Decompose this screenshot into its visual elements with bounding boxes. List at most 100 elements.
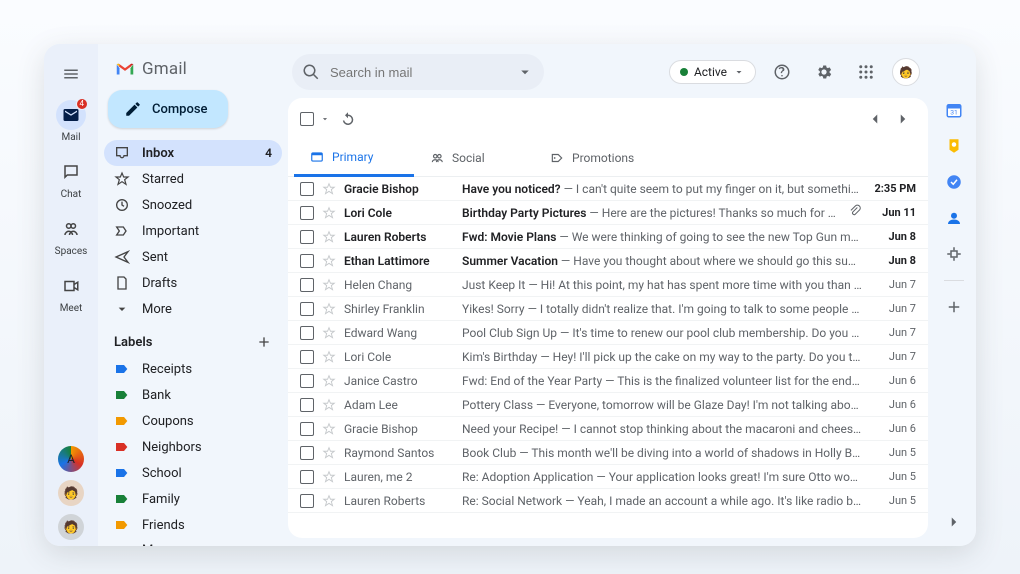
rail-avatar-3[interactable]: 🧑 [58,514,84,540]
apps-button[interactable] [850,56,882,88]
message-row[interactable]: Raymond SantosBook Club — This month we'… [288,441,928,465]
star-toggle[interactable] [322,302,336,316]
row-checkbox[interactable] [300,470,314,484]
label-school[interactable]: School [104,460,282,486]
row-checkbox[interactable] [300,230,314,244]
rail-spaces[interactable]: Spaces [44,208,98,263]
nav-clock[interactable]: Snoozed [104,192,282,218]
tab-social[interactable]: Social [414,140,534,176]
select-all-checkbox[interactable] [300,112,314,126]
star-toggle[interactable] [322,494,336,508]
nav-label: Snoozed [142,198,192,213]
support-button[interactable] [766,56,798,88]
select-menu-caret[interactable] [320,114,330,124]
clock-icon [114,197,130,213]
rail-mail[interactable]: 4 Mail [44,94,98,149]
row-checkbox[interactable] [300,446,314,460]
message-row[interactable]: Lori ColeKim's Birthday — Hey! I'll pick… [288,345,928,369]
label-bank[interactable]: Bank [104,382,282,408]
calendar-addon[interactable]: 31 [944,100,964,120]
star-toggle[interactable] [322,230,336,244]
tasks-addon[interactable] [944,172,964,192]
sender: Lori Cole [344,206,454,220]
nav-star[interactable]: Starred [104,166,282,192]
nav-draft[interactable]: Drafts [104,270,282,296]
row-checkbox[interactable] [300,182,314,196]
star-toggle[interactable] [322,398,336,412]
tab-promotions[interactable]: Promotions [534,140,654,176]
star-toggle[interactable] [322,326,336,340]
message-row[interactable]: Lauren RobertsFwd: Movie Plans — We were… [288,225,928,249]
label-friends[interactable]: Friends [104,512,282,538]
message-row[interactable]: Lauren RobertsRe: Social Network — Yeah,… [288,489,928,513]
star-toggle[interactable] [322,446,336,460]
subject-line: Re: Social Network — Yeah, I made an acc… [462,494,862,508]
star-toggle[interactable] [322,278,336,292]
star-toggle[interactable] [322,470,336,484]
star-toggle[interactable] [322,182,336,196]
star-toggle[interactable] [322,254,336,268]
label-family[interactable]: Family [104,486,282,512]
nav-important[interactable]: Important [104,218,282,244]
status-dot-icon [680,68,688,76]
row-checkbox[interactable] [300,206,314,220]
labels-more[interactable]: More [104,538,282,546]
settings-button[interactable] [808,56,840,88]
keep-addon[interactable] [944,136,964,156]
subject-line: Kim's Birthday — Hey! I'll pick up the c… [462,350,862,364]
row-checkbox[interactable] [300,278,314,292]
row-checkbox[interactable] [300,374,314,388]
message-row[interactable]: Shirley FranklinYikes! Sorry — I totally… [288,297,928,321]
compose-button[interactable]: Compose [108,90,228,128]
message-row[interactable]: Gracie BishopHave you noticed? — I can't… [288,177,928,201]
rail-avatar-2[interactable]: 🧑 [58,480,84,506]
account-avatar[interactable]: 🧑 [892,58,920,86]
star-toggle[interactable] [322,422,336,436]
message-row[interactable]: Edward WangPool Club Sign Up — It's time… [288,321,928,345]
status-chip[interactable]: Active [669,60,756,84]
rail-chat[interactable]: Chat [44,151,98,206]
label-neighbors[interactable]: Neighbors [104,434,282,460]
sender: Helen Chang [344,278,454,292]
row-checkbox[interactable] [300,398,314,412]
label-coupons[interactable]: Coupons [104,408,282,434]
main-menu-button[interactable] [53,56,89,92]
message-row[interactable]: Lori ColeBirthday Party Pictures — Here … [288,201,928,225]
row-checkbox[interactable] [300,302,314,316]
message-row[interactable]: Janice CastroFwd: End of the Year Party … [288,369,928,393]
label-receipts[interactable]: Receipts [104,356,282,382]
message-row[interactable]: Helen ChangJust Keep It — Hi! At this po… [288,273,928,297]
search-options-icon[interactable] [516,63,534,81]
collapse-panel[interactable] [944,512,964,532]
message-row[interactable]: Lauren, me 2Re: Adoption Application — Y… [288,465,928,489]
star-icon [114,171,130,187]
prev-page-button[interactable] [862,106,888,132]
star-toggle[interactable] [322,206,336,220]
sender: Lauren, me 2 [344,470,454,484]
row-checkbox[interactable] [300,494,314,508]
get-addons[interactable] [944,297,964,317]
nav-more[interactable]: More [104,296,282,322]
message-row[interactable]: Ethan LattimoreSummer Vacation — Have yo… [288,249,928,273]
row-checkbox[interactable] [300,254,314,268]
nav-inbox[interactable]: Inbox4 [104,140,282,166]
next-page-button[interactable] [890,106,916,132]
message-row[interactable]: Adam LeePottery Class — Everyone, tomorr… [288,393,928,417]
tab-primary[interactable]: Primary [294,140,414,177]
search-box[interactable] [292,54,544,90]
search-input[interactable] [328,64,508,81]
nav-label: Important [142,224,199,239]
refresh-button[interactable] [336,107,360,131]
rail-meet[interactable]: Meet [44,265,98,320]
message-row[interactable]: Gracie BishopNeed your Recipe! — I canno… [288,417,928,441]
addons-addon[interactable] [944,244,964,264]
row-checkbox[interactable] [300,350,314,364]
contacts-addon[interactable] [944,208,964,228]
row-checkbox[interactable] [300,326,314,340]
star-toggle[interactable] [322,374,336,388]
star-toggle[interactable] [322,350,336,364]
row-checkbox[interactable] [300,422,314,436]
nav-sent[interactable]: Sent [104,244,282,270]
add-label-icon[interactable] [256,334,272,350]
rail-avatar-1[interactable]: A [58,446,84,472]
